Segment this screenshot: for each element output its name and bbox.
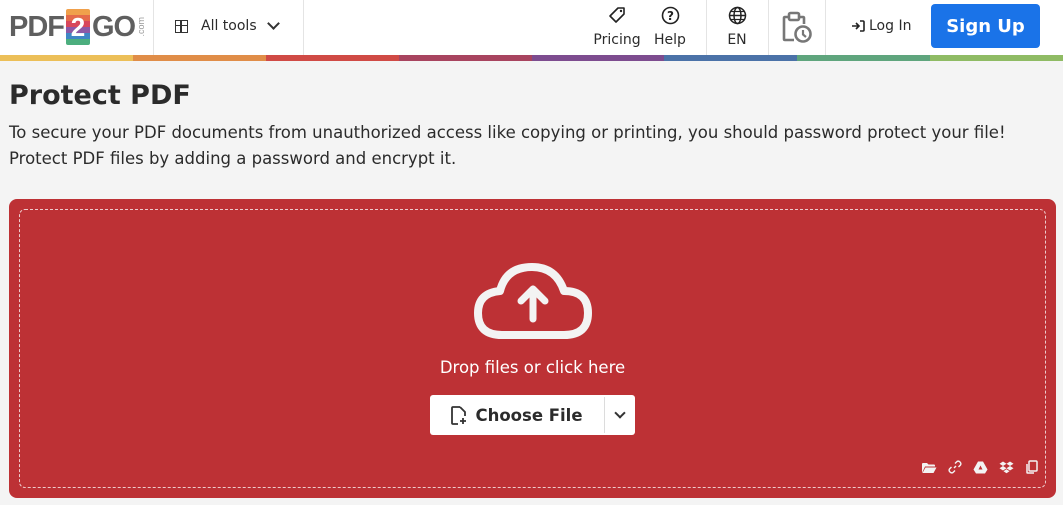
rainbow-segment <box>0 55 133 61</box>
dropbox-icon[interactable] <box>999 459 1014 478</box>
logo-badge: 2 <box>66 9 90 45</box>
file-dropzone[interactable]: Drop files or click here Choose File <box>9 199 1056 498</box>
language-selector[interactable]: EN <box>723 6 751 48</box>
clipboard-copy-icon[interactable] <box>1025 459 1038 478</box>
clipboard-clock-icon <box>782 11 812 43</box>
nav-pricing[interactable]: Pricing <box>593 6 641 48</box>
upload-sources <box>921 459 1038 478</box>
choose-file-label: Choose File <box>475 405 583 425</box>
choose-file-button[interactable]: Choose File <box>430 395 604 435</box>
login-label: Log In <box>869 18 912 34</box>
top-header: PDF 2 GO .com All tools Pricing ? Help E… <box>0 0 1063 55</box>
tag-icon <box>609 7 625 23</box>
svg-text:?: ? <box>667 9 674 23</box>
login-link[interactable]: Log In <box>851 0 911 52</box>
header-divider <box>706 0 707 55</box>
drop-files-text: Drop files or click here <box>439 358 626 377</box>
logo-badge-number: 2 <box>70 11 86 42</box>
rainbow-bar <box>0 55 1063 61</box>
sign-up-button[interactable]: Sign Up <box>931 4 1040 48</box>
all-tools-label: All tools <box>201 18 257 34</box>
rainbow-segment <box>531 55 665 61</box>
google-drive-icon[interactable] <box>973 459 988 478</box>
rainbow-segment <box>132 55 266 61</box>
rainbow-segment <box>398 55 532 61</box>
page-description: To secure your PDF documents from unauth… <box>9 123 1006 168</box>
history-button[interactable] <box>781 10 813 48</box>
logo-text-right: GO <box>92 10 136 43</box>
all-tools-menu[interactable]: All tools <box>175 0 280 52</box>
header-divider <box>303 0 304 55</box>
choose-file-group: Choose File <box>430 395 635 435</box>
chevron-down-icon <box>614 407 626 419</box>
nav-pricing-label: Pricing <box>593 32 641 48</box>
logo-suffix: .com <box>136 17 147 37</box>
grid-icon <box>175 19 188 33</box>
globe-icon <box>728 6 746 25</box>
cloud-upload-icon <box>474 263 592 339</box>
sign-in-icon <box>852 20 865 32</box>
rainbow-segment <box>797 55 931 61</box>
file-add-icon <box>451 405 467 425</box>
nav-help-label: Help <box>654 32 686 48</box>
folder-icon[interactable] <box>921 459 937 478</box>
pdf2go-logo[interactable]: PDF 2 GO .com <box>9 9 146 45</box>
link-icon[interactable] <box>948 459 962 478</box>
rainbow-segment <box>664 55 798 61</box>
help-circle-icon: ? <box>661 6 679 25</box>
header-divider <box>153 0 154 55</box>
upload-options-dropdown[interactable] <box>605 395 635 435</box>
header-divider <box>825 0 826 55</box>
logo-text-left: PDF <box>9 10 65 43</box>
page-title: Protect PDF <box>9 80 191 111</box>
dropzone-dashed-border <box>19 209 1046 488</box>
header-divider <box>768 0 769 55</box>
language-label: EN <box>727 32 747 48</box>
rainbow-segment <box>930 55 1063 61</box>
chevron-down-icon <box>266 17 280 30</box>
rainbow-segment <box>265 55 399 61</box>
nav-help[interactable]: ? Help <box>652 6 688 48</box>
